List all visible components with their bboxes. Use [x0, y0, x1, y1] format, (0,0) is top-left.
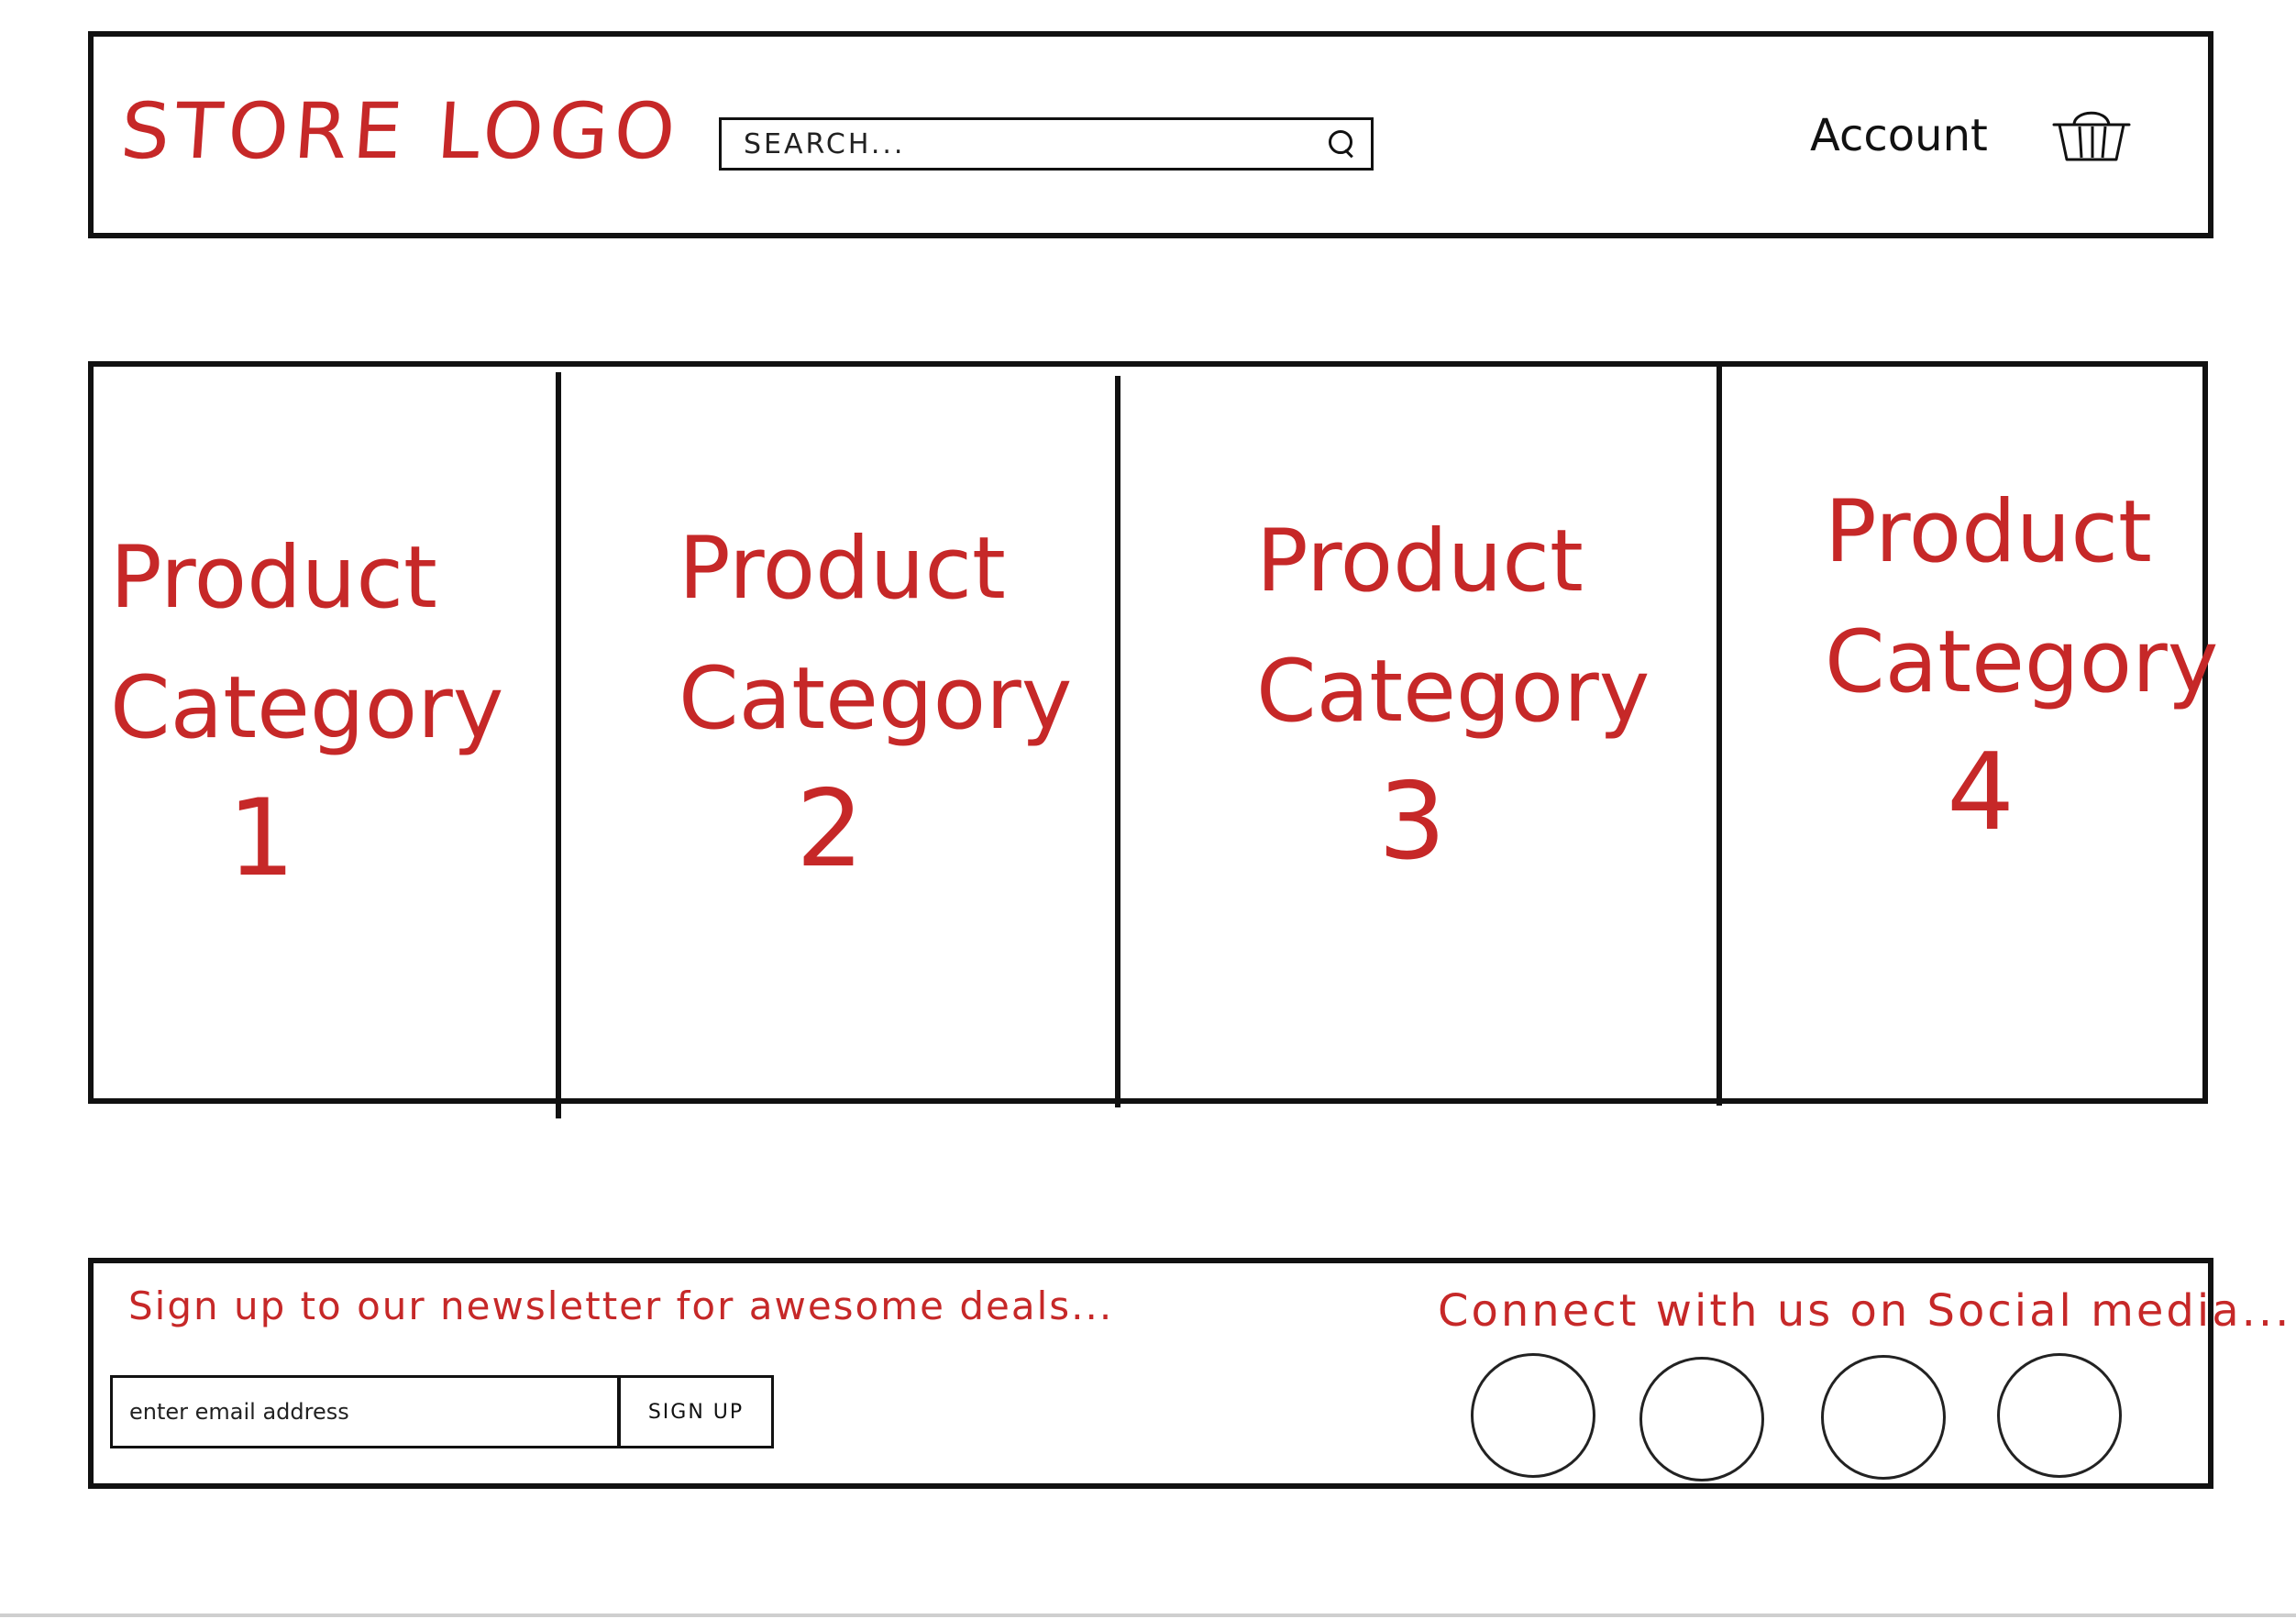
- category-label-line2: Category: [1256, 642, 1650, 742]
- search-icon[interactable]: [1327, 128, 1354, 160]
- basket-icon[interactable]: [2052, 105, 2131, 167]
- category-card-2[interactable]: Product Category 2: [679, 504, 1073, 895]
- account-link[interactable]: Account: [1810, 110, 1988, 161]
- category-label-line1: Product: [110, 528, 437, 628]
- category-label-line1: Product: [1256, 512, 1584, 611]
- email-field[interactable]: [110, 1375, 620, 1448]
- category-label-line2: Category: [1825, 612, 2219, 712]
- category-card-3[interactable]: Product Category 3: [1256, 497, 1650, 887]
- social-link-4[interactable]: [1997, 1353, 2122, 1478]
- page-bottom-rule: [0, 1613, 2296, 1617]
- category-number: 3: [1378, 760, 1446, 884]
- social-link-1[interactable]: [1471, 1353, 1595, 1478]
- site-header: STORE LOGO Account: [88, 31, 2213, 238]
- category-card-4[interactable]: Product Category 4: [1825, 468, 2219, 858]
- social-prompt: Connect with us on Social media...: [1438, 1285, 2292, 1337]
- category-number: 4: [1947, 731, 2015, 854]
- category-label-line1: Product: [679, 519, 1006, 619]
- category-label-line1: Product: [1825, 482, 2152, 582]
- search-bar[interactable]: [719, 117, 1374, 171]
- category-divider: [1115, 376, 1120, 1107]
- newsletter-prompt: Sign up to our newsletter for awesome de…: [128, 1283, 1114, 1328]
- store-logo[interactable]: STORE LOGO: [118, 86, 684, 176]
- category-label-line2: Category: [110, 658, 504, 758]
- category-card-1[interactable]: Product Category 1: [110, 513, 504, 904]
- signup-button[interactable]: SIGN UP: [618, 1375, 774, 1448]
- social-link-2[interactable]: [1639, 1357, 1764, 1481]
- category-divider: [1716, 365, 1722, 1106]
- search-input[interactable]: [744, 127, 1327, 160]
- site-footer: Sign up to our newsletter for awesome de…: [88, 1258, 2289, 1489]
- category-divider: [556, 372, 561, 1118]
- category-number: 2: [796, 767, 864, 891]
- category-number: 1: [227, 776, 295, 900]
- category-label-line2: Category: [679, 649, 1073, 749]
- social-link-3[interactable]: [1821, 1355, 1946, 1480]
